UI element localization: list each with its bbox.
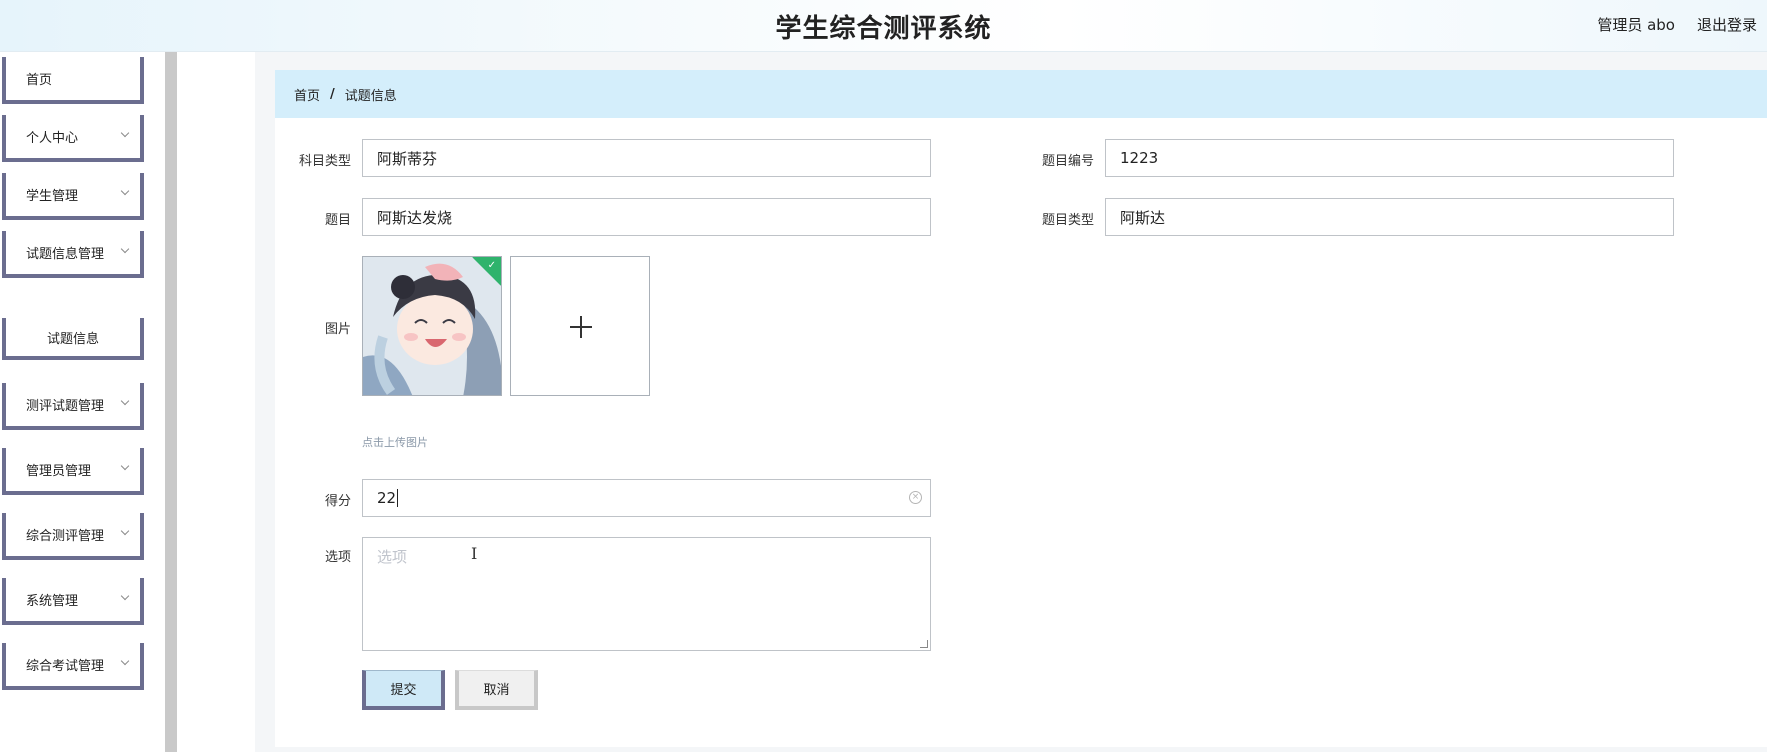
sidebar-item-system-management[interactable]: 系统管理 (2, 578, 144, 625)
sidebar-item-label: 系统管理 (26, 594, 79, 609)
sidebar-item-comprehensive-exam-management[interactable]: 综合考试管理 (2, 643, 144, 690)
question-type-label: 题目类型 (1041, 213, 1094, 228)
question-no-label: 题目编号 (1041, 154, 1094, 169)
app-title: 学生综合测评系统 (775, 14, 992, 44)
sidebar-item-student-management[interactable]: 学生管理 (2, 173, 144, 220)
sidebar-item-comprehensive-evaluation-management[interactable]: 综合测评管理 (2, 513, 144, 560)
chevron-down-icon (120, 244, 130, 254)
image-upload-button[interactable] (510, 256, 650, 396)
top-header: 学生综合测评系统 管理员 abo 退出登录 (0, 0, 1767, 52)
chevron-down-icon (120, 591, 130, 601)
resize-handle-icon[interactable] (920, 640, 928, 648)
sidebar-item-question-info-management[interactable]: 试题信息管理 (2, 231, 144, 278)
question-type-input[interactable]: 阿斯达 (1105, 198, 1674, 236)
sidebar-item-home[interactable]: 首页 (2, 57, 144, 104)
breadcrumb: 首页 / 试题信息 (275, 70, 1767, 118)
sidebar-item-personal-center[interactable]: 个人中心 (2, 115, 144, 162)
chevron-down-icon (120, 526, 130, 536)
chevron-down-icon (120, 128, 130, 138)
question-label: 题目 (324, 213, 351, 228)
sidebar-item-label: 首页 (26, 73, 53, 88)
breadcrumb-current: 试题信息 (344, 88, 397, 104)
sidebar-item-label: 管理员管理 (26, 464, 92, 479)
sidebar-item-label: 综合测评管理 (26, 529, 105, 544)
breadcrumb-home[interactable]: 首页 (294, 85, 320, 104)
sidebar-scrollbar[interactable] (165, 52, 177, 752)
options-placeholder: 选项 (377, 548, 408, 566)
image-label: 图片 (324, 322, 351, 337)
options-textarea[interactable]: 选项 (362, 537, 931, 651)
sidebar-subitem-question-info[interactable]: 试题信息 (2, 318, 144, 360)
sidebar-item-label: 测评试题管理 (26, 399, 105, 414)
sidebar-item-evaluation-question-management[interactable]: 测评试题管理 (2, 383, 144, 430)
score-label: 得分 (324, 494, 351, 509)
chevron-down-icon (120, 186, 130, 196)
check-icon: ✓ (487, 260, 496, 271)
subject-type-input[interactable]: 阿斯蒂芬 (362, 139, 931, 177)
plus-icon-vertical (580, 316, 582, 338)
uploaded-image-thumbnail[interactable]: ✓ (362, 256, 502, 396)
upload-hint: 点击上传图片 (362, 436, 428, 449)
logout-link[interactable]: 退出登录 (1697, 14, 1757, 35)
sidebar-item-label: 试题信息 (46, 331, 99, 347)
question-input[interactable]: 阿斯达发烧 (362, 198, 931, 236)
sidebar-item-admin-management[interactable]: 管理员管理 (2, 448, 144, 495)
chevron-down-icon (120, 656, 130, 666)
sidebar-item-label: 试题信息管理 (26, 247, 105, 262)
options-label: 选项 (324, 550, 351, 565)
sidebar-item-label: 学生管理 (26, 189, 79, 204)
question-no-input[interactable]: 1223 (1105, 139, 1674, 177)
chevron-down-icon (120, 461, 130, 471)
mouse-ibeam-cursor-icon: I (471, 544, 478, 563)
anime-avatar-image (363, 257, 501, 395)
cancel-button[interactable]: 取消 (455, 670, 538, 710)
subject-type-label: 科目类型 (298, 154, 351, 169)
user-info: 管理员 abo 退出登录 (1597, 14, 1757, 35)
submit-button[interactable]: 提交 (362, 670, 445, 710)
breadcrumb-separator: / (330, 86, 335, 102)
text-caret (397, 489, 399, 507)
score-value: 22 (377, 489, 397, 507)
content-gutter (177, 52, 255, 752)
chevron-down-icon (120, 396, 130, 406)
sidebar-item-label: 个人中心 (26, 131, 79, 146)
sidebar-item-label: 综合考试管理 (26, 659, 105, 674)
current-user: 管理员 abo (1597, 16, 1675, 34)
main-content: 首页 / 试题信息 科目类型 阿斯蒂芬 题目编号 1223 题目 阿斯达发烧 题… (275, 70, 1767, 747)
circle-x-icon[interactable]: × (909, 491, 922, 504)
score-input[interactable]: 22 × (362, 479, 931, 517)
